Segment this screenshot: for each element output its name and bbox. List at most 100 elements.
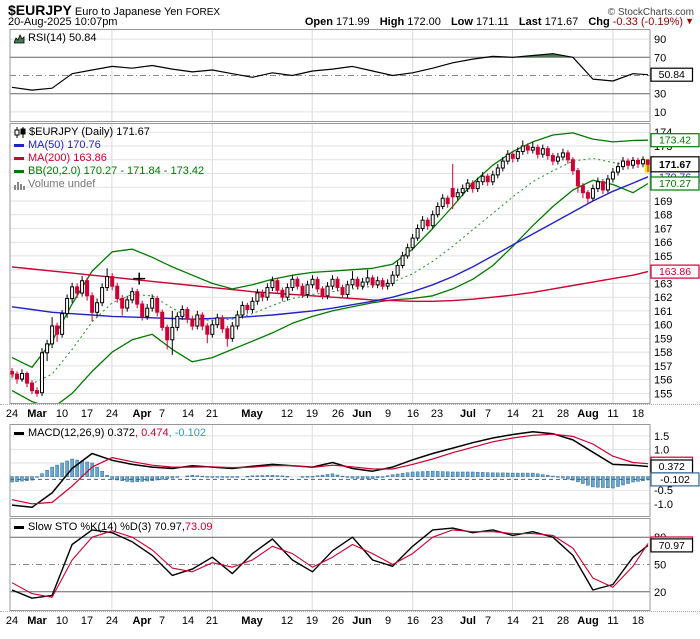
chg-value: -0.33 (-0.19%): [612, 16, 684, 28]
date-label: 14: [506, 408, 520, 420]
date-label: 10: [55, 408, 69, 420]
svg-text:-0.102: -0.102: [660, 474, 690, 486]
rsi-panel: 90 70 30 10 50.84: [0, 29, 700, 122]
rsi-chart-svg: 90 70 30 10 50.84: [9, 29, 694, 122]
month-label: May: [241, 408, 263, 420]
candlestick-icon: [14, 127, 26, 138]
price-legend: $EURJPY (Daily) 171.67 MA(50) 170.76 MA(…: [14, 126, 204, 191]
month-label: Apr: [132, 615, 152, 627]
date-label: 9: [384, 615, 392, 627]
date-label: 26: [331, 408, 345, 420]
date-label: 23: [430, 408, 444, 420]
date-label: 7: [484, 408, 492, 420]
date-label: 26: [331, 615, 345, 627]
svg-text:155: 155: [654, 388, 672, 400]
open-value: 171.99: [336, 16, 370, 28]
date-label: 16: [406, 615, 420, 627]
volume-legend-label: Volume undef: [28, 178, 96, 190]
chg-label: Chg: [588, 16, 610, 28]
svg-text:70.97: 70.97: [659, 540, 685, 552]
macd-line-icon: [14, 432, 24, 435]
svg-text:20: 20: [654, 587, 666, 599]
chg-down-triangle: ▼: [685, 16, 694, 26]
date-label: 14: [181, 408, 195, 420]
svg-text:173.42: 173.42: [659, 135, 691, 147]
open-label: Open: [304, 16, 333, 28]
date-label: 17: [80, 408, 94, 420]
date-label: 7: [484, 615, 492, 627]
date-label: 18: [631, 408, 645, 420]
svg-text:163: 163: [654, 278, 672, 290]
stochastic-legend: Slow STO %K(14) %D(3) 70.97, 73.09: [14, 521, 212, 534]
date-label: 21: [205, 615, 219, 627]
macd-legend: MACD(12,26,9) 0.372, 0.474, -0.102: [14, 427, 206, 440]
date-label: 18: [631, 615, 645, 627]
price-legend-symbol: $EURJPY (Daily) 171.67: [29, 126, 150, 138]
date-axis-bottom: 24 Mar 10 17 24 Apr 7 14 21 May 12 19 26 Jun 9 16 23 Jul 7…: [0, 611, 700, 631]
svg-text:1.5: 1.5: [654, 431, 669, 443]
date-label: 7: [158, 408, 166, 420]
month-label: Mar: [27, 615, 47, 627]
month-label: Aug: [577, 408, 599, 420]
svg-text:163.86: 163.86: [659, 266, 691, 278]
svg-text:165: 165: [654, 251, 672, 263]
svg-text:157: 157: [654, 361, 672, 373]
low-label: Low: [450, 16, 473, 28]
low-value: 171.11: [476, 16, 509, 28]
date-label: 24: [105, 408, 119, 420]
date-label: 14: [506, 615, 520, 627]
date-label: 12: [280, 408, 294, 420]
date-label: 28: [556, 615, 570, 627]
date-label: 14: [181, 615, 195, 627]
svg-text:170.27: 170.27: [659, 178, 691, 190]
date-label: 24: [105, 615, 119, 627]
date-label: 12: [280, 615, 294, 627]
date-axis-top: 24 Mar 10 17 24 Apr 7 14 21 May 12 19 26 Jun 9 16 23 Jul 7…: [0, 404, 700, 424]
date-label: 11: [607, 615, 619, 627]
date-label: 28: [556, 408, 570, 420]
svg-text:158: 158: [654, 347, 672, 359]
bollinger-legend-label: BB(20,2.0) 170.27 - 171.84 - 173.42: [28, 165, 205, 177]
svg-text:0.372: 0.372: [659, 461, 685, 473]
high-value: 172.00: [407, 16, 441, 28]
last-label: Last: [518, 16, 542, 28]
svg-text:166: 166: [654, 237, 672, 249]
date-label: 24: [5, 408, 19, 420]
sto-legend-main: Slow STO %K(14) %D(3) 70.97,: [28, 521, 185, 533]
svg-text:10: 10: [654, 107, 666, 119]
date-label: 24: [5, 615, 19, 627]
svg-text:162: 162: [654, 292, 672, 304]
date-label: 9: [384, 408, 392, 420]
stockcharts-chart-page: $EURJPY Euro to Japanese Yen FOREX © Sto…: [0, 0, 700, 639]
svg-text:50.84: 50.84: [659, 69, 685, 81]
month-label: Apr: [132, 408, 152, 420]
svg-text:160: 160: [654, 320, 672, 332]
month-label: May: [241, 615, 263, 627]
ma200-legend-label: MA(200) 163.86: [28, 152, 107, 164]
month-label: Jun: [352, 408, 372, 420]
date-label: 10: [55, 615, 69, 627]
quote-strip: Open 171.99 High 172.00 Low 171.11 Last …: [305, 16, 694, 28]
sto-legend-d: 73.09: [184, 521, 213, 533]
date-label: 11: [607, 408, 619, 420]
date-label: 23: [430, 615, 444, 627]
svg-text:169: 169: [654, 196, 672, 208]
svg-text:1.0: 1.0: [654, 444, 669, 456]
ma200-line-icon: [14, 157, 24, 160]
date-label: 19: [305, 408, 319, 420]
last-value: 171.67: [544, 16, 579, 28]
svg-text:-1.0: -1.0: [654, 499, 673, 511]
ma50-legend-label: MA(50) 170.76: [28, 139, 101, 151]
month-label: Aug: [577, 615, 599, 627]
svg-text:161: 161: [654, 306, 672, 318]
svg-text:171.67: 171.67: [659, 159, 691, 171]
date-label: 17: [80, 615, 94, 627]
svg-text:156: 156: [654, 375, 672, 387]
rsi-legend-label: RSI(14) 50.84: [28, 32, 97, 44]
svg-text:-0.5: -0.5: [654, 485, 673, 497]
date-label: 21: [205, 408, 219, 420]
date-label: 19: [305, 615, 319, 627]
date-label: 16: [406, 408, 420, 420]
ma50-line-icon: [14, 144, 24, 147]
volume-bars-icon: [14, 180, 25, 190]
